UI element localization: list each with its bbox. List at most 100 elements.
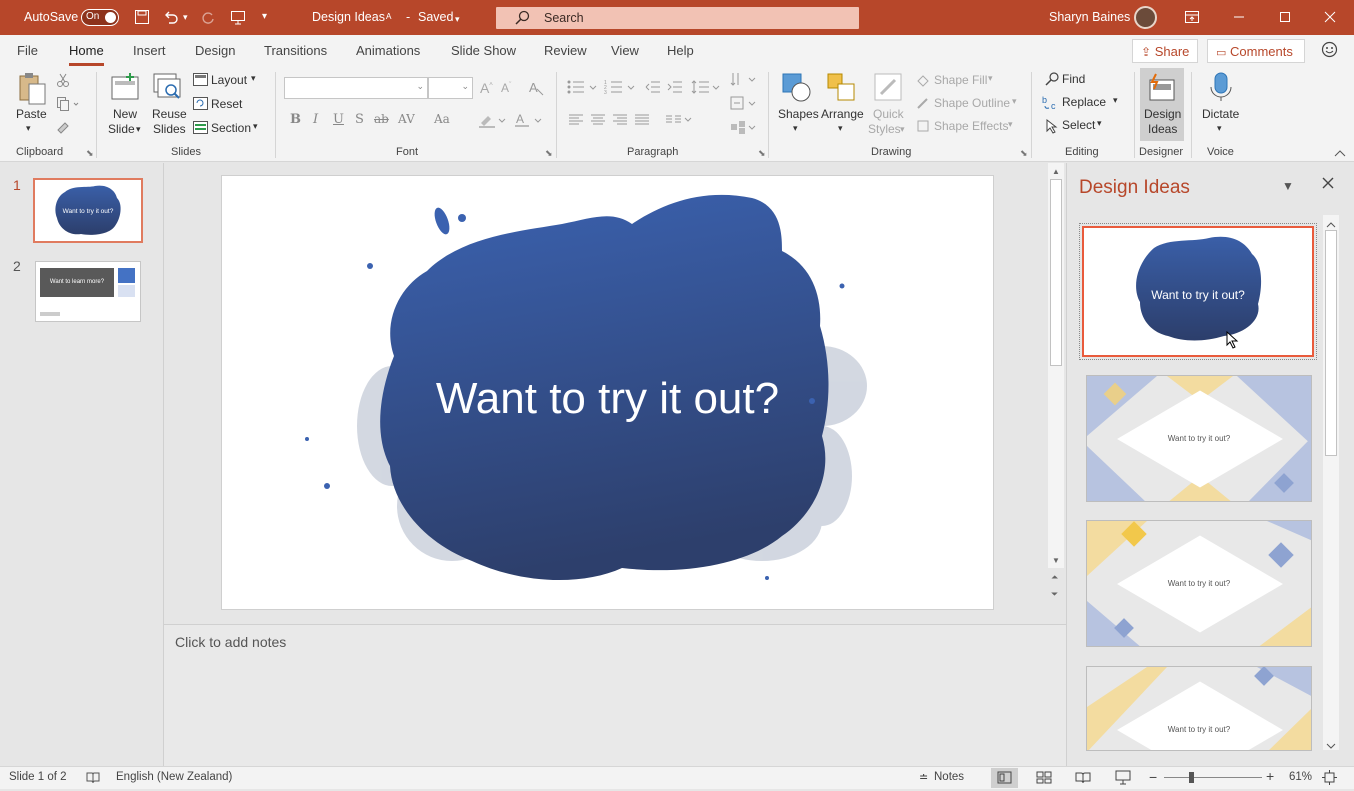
shadow-button[interactable]: S bbox=[355, 112, 364, 127]
bullets-icon[interactable] bbox=[566, 79, 600, 98]
zoom-in-button[interactable]: + bbox=[1266, 768, 1274, 784]
new-slide-label-1[interactable]: New bbox=[113, 107, 137, 122]
columns-icon[interactable] bbox=[665, 112, 695, 131]
undo-dropdown-icon[interactable]: ▾ bbox=[183, 9, 188, 25]
chevron-down-icon[interactable]: ▾ bbox=[793, 121, 798, 136]
notes-toggle[interactable]: Notes bbox=[934, 771, 964, 783]
slide-canvas[interactable]: Want to try it out? bbox=[221, 175, 994, 610]
text-direction-icon[interactable] bbox=[730, 71, 758, 90]
format-painter-icon[interactable] bbox=[56, 120, 70, 137]
slide-title[interactable]: Want to try it out? bbox=[222, 374, 993, 424]
tab-insert[interactable]: Insert bbox=[133, 43, 166, 58]
align-right-icon[interactable] bbox=[612, 112, 628, 131]
paste-dropdown-icon[interactable]: ▾ bbox=[26, 121, 31, 136]
tab-review[interactable]: Review bbox=[544, 43, 587, 58]
fit-slide-icon[interactable] bbox=[1322, 770, 1337, 788]
scroll-down-icon[interactable] bbox=[1326, 739, 1336, 753]
dialog-launcher-icon[interactable]: ⬊ bbox=[86, 148, 94, 159]
replace-button[interactable]: Replace bbox=[1062, 95, 1106, 109]
smiley-icon[interactable] bbox=[1321, 41, 1338, 61]
notes-pane[interactable]: Click to add notes bbox=[164, 624, 1066, 766]
change-case-button[interactable]: Aa bbox=[434, 112, 450, 126]
chevron-down-icon[interactable]: ▾ bbox=[900, 122, 905, 137]
character-spacing-button[interactable]: AV bbox=[398, 112, 415, 126]
next-slide-icon[interactable]: ⏷ bbox=[1051, 589, 1058, 600]
slide-sorter-icon[interactable] bbox=[1036, 771, 1052, 787]
tab-design[interactable]: Design bbox=[195, 43, 235, 58]
design-idea-4[interactable]: Want to try it out? bbox=[1086, 666, 1312, 751]
close-pane-icon[interactable] bbox=[1322, 177, 1334, 192]
dialog-launcher-icon[interactable]: ⬊ bbox=[1020, 148, 1028, 159]
save-icon[interactable] bbox=[134, 9, 150, 28]
chevron-down-icon[interactable]: ▾ bbox=[455, 11, 460, 27]
copy-icon[interactable] bbox=[56, 96, 80, 115]
slide-thumbnail-1[interactable]: Want to try it out? bbox=[33, 178, 143, 243]
pane-options-icon[interactable]: ▼ bbox=[1282, 179, 1294, 193]
align-left-icon[interactable] bbox=[568, 112, 584, 131]
dialog-launcher-icon[interactable]: ⬊ bbox=[545, 148, 553, 159]
chevron-down-icon[interactable]: ▾ bbox=[988, 73, 993, 84]
minimize-icon[interactable] bbox=[1232, 9, 1246, 28]
slideshow-icon[interactable] bbox=[1115, 770, 1131, 788]
font-size-combo[interactable]: ⌄ bbox=[428, 77, 473, 99]
ribbon-display-icon[interactable] bbox=[1184, 9, 1200, 28]
collapse-ribbon-icon[interactable] bbox=[1334, 148, 1346, 162]
zoom-level[interactable]: 61% bbox=[1289, 771, 1312, 783]
chevron-down-icon[interactable]: ▾ bbox=[251, 73, 256, 84]
chevron-down-icon[interactable]: ▾ bbox=[1012, 96, 1017, 107]
shape-fill-button[interactable]: Shape Fill bbox=[934, 73, 987, 87]
chevron-down-icon[interactable]: ▾ bbox=[1097, 118, 1102, 129]
chevron-down-icon[interactable]: ▾ bbox=[1113, 95, 1118, 106]
tab-animations[interactable]: Animations bbox=[356, 43, 420, 58]
select-button[interactable]: Select bbox=[1062, 118, 1095, 132]
scrollbar-thumb[interactable] bbox=[1050, 179, 1062, 366]
maximize-icon[interactable] bbox=[1278, 9, 1292, 28]
tab-transitions[interactable]: Transitions bbox=[264, 43, 327, 58]
chevron-down-icon[interactable]: ▾ bbox=[838, 121, 843, 136]
user-name[interactable]: Sharyn Baines bbox=[1049, 10, 1130, 24]
italic-button[interactable]: I bbox=[313, 112, 318, 127]
chevron-down-icon[interactable]: ▾ bbox=[253, 121, 258, 132]
tab-help[interactable]: Help bbox=[667, 43, 694, 58]
zoom-slider[interactable] bbox=[1164, 777, 1262, 778]
spelling-icon[interactable] bbox=[86, 771, 100, 787]
zoom-slider-thumb[interactable] bbox=[1189, 772, 1194, 783]
decrease-indent-icon[interactable] bbox=[645, 79, 661, 98]
paste-button[interactable]: Paste bbox=[16, 107, 47, 122]
font-name-combo[interactable]: ⌄ bbox=[284, 77, 428, 99]
present-icon[interactable] bbox=[230, 9, 246, 28]
shapes-button[interactable]: Shapes bbox=[778, 107, 819, 122]
highlight-icon[interactable] bbox=[478, 112, 506, 131]
dialog-launcher-icon[interactable]: ⬊ bbox=[758, 148, 766, 159]
layout-button[interactable]: Layout bbox=[211, 73, 247, 87]
scrollbar-thumb[interactable] bbox=[1325, 230, 1337, 456]
customize-qat-icon[interactable]: ▾ bbox=[262, 9, 267, 25]
undo-icon[interactable] bbox=[163, 9, 179, 28]
underline-button[interactable]: U bbox=[333, 112, 344, 127]
chevron-down-icon[interactable]: ▾ bbox=[1217, 121, 1222, 136]
tab-file[interactable]: File bbox=[17, 43, 38, 58]
increase-font-icon[interactable]: A^ bbox=[480, 80, 493, 96]
slide-thumbnail-2[interactable]: Want to learn more? bbox=[35, 261, 141, 322]
tab-slide-show[interactable]: Slide Show bbox=[451, 43, 516, 58]
line-spacing-icon[interactable] bbox=[691, 79, 721, 98]
font-color-icon[interactable]: A bbox=[514, 112, 542, 131]
bold-button[interactable]: B bbox=[290, 112, 301, 127]
cut-icon[interactable] bbox=[56, 72, 70, 91]
quick-styles-label-2[interactable]: Styles bbox=[868, 122, 901, 137]
normal-view-button[interactable] bbox=[991, 768, 1018, 788]
new-slide-label-2[interactable]: Slide bbox=[108, 122, 135, 137]
shape-effects-button[interactable]: Shape Effects bbox=[934, 119, 1009, 133]
reading-view-icon[interactable] bbox=[1075, 771, 1091, 787]
design-ideas-button[interactable]: Design Ideas bbox=[1140, 68, 1184, 141]
section-button[interactable]: Section bbox=[211, 121, 251, 135]
close-icon[interactable] bbox=[1323, 9, 1337, 28]
pane-scrollbar[interactable] bbox=[1323, 215, 1339, 750]
zoom-out-button[interactable]: − bbox=[1149, 769, 1157, 785]
tab-home[interactable]: Home bbox=[69, 43, 104, 66]
find-button[interactable]: Find bbox=[1062, 72, 1085, 86]
scroll-down-icon[interactable]: ▼ bbox=[1052, 556, 1060, 565]
chevron-down-icon[interactable]: ▾ bbox=[1008, 119, 1013, 130]
tab-view[interactable]: View bbox=[611, 43, 639, 58]
clear-formatting-icon[interactable]: A bbox=[528, 79, 544, 100]
